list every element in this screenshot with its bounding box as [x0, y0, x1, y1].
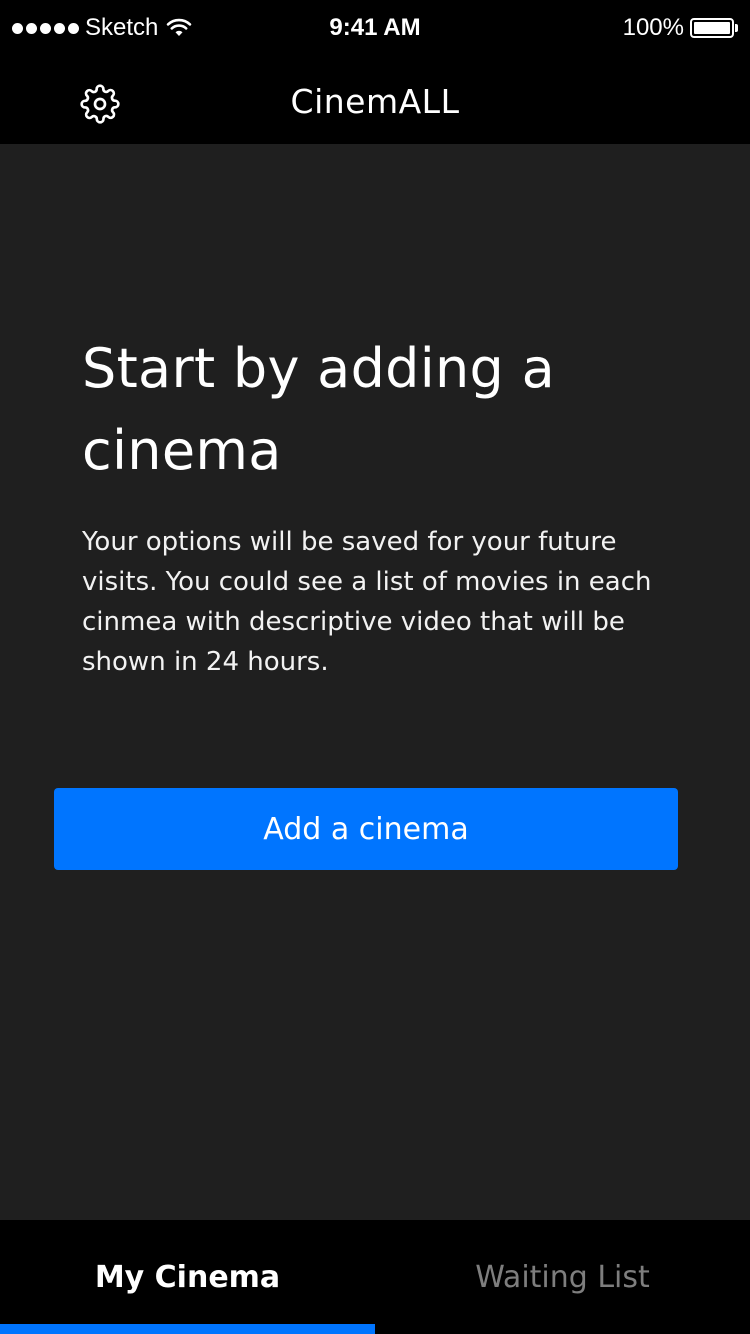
tab-waiting-list-label: Waiting List	[475, 1259, 650, 1295]
battery-percentage: 100%	[622, 14, 684, 41]
empty-state-headline: Start by adding a cinema	[82, 337, 555, 482]
battery-icon	[690, 18, 734, 38]
tab-my-cinema[interactable]: My Cinema	[0, 1220, 375, 1334]
tab-my-cinema-label: My Cinema	[94, 1259, 281, 1295]
empty-state-content: Start by adding a cinema Your options wi…	[0, 144, 750, 1220]
battery-level	[694, 22, 730, 34]
add-cinema-button[interactable]: Add a cinema	[54, 788, 678, 870]
status-bar: Sketch 9:41 AM 100%	[0, 0, 750, 56]
tab-waiting-list[interactable]: Waiting List	[375, 1220, 750, 1334]
navigation-bar: CinemALL	[0, 56, 750, 144]
active-tab-indicator	[0, 1324, 375, 1334]
app-title: CinemALL	[290, 82, 460, 121]
tab-bar: My Cinema Waiting List	[0, 1220, 750, 1334]
battery-tip	[735, 24, 738, 32]
status-right: 100%	[623, 14, 738, 42]
empty-state-description: Your options will be saved for your futu…	[82, 527, 652, 677]
